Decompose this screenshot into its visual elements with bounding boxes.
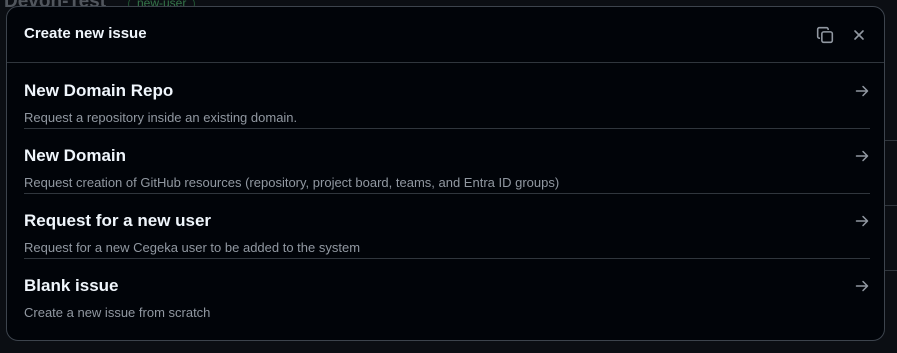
template-title: New Domain	[24, 146, 127, 165]
template-description: Request creation of GitHub resources (re…	[24, 175, 560, 190]
copy-button[interactable]	[811, 21, 839, 49]
close-icon	[854, 30, 864, 40]
template-title: New Domain Repo	[24, 81, 174, 100]
arrow-right-icon	[855, 150, 869, 162]
template-description: Request for a new Cegeka user to be adde…	[24, 240, 361, 255]
create-issue-dialog: Create new issue New Domain Repo Request…	[6, 6, 885, 341]
template-item-new-domain-repo[interactable]: New Domain Repo Request a repository ins…	[24, 64, 870, 129]
arrow-right-icon	[855, 280, 869, 292]
template-description: Create a new issue from scratch	[24, 305, 211, 320]
template-item-blank-issue[interactable]: Blank issue Create a new issue from scra…	[24, 259, 870, 324]
template-item-new-domain[interactable]: New Domain Request creation of GitHub re…	[24, 129, 870, 194]
dialog-header: Create new issue	[7, 7, 884, 63]
copy-icon	[816, 26, 834, 44]
dialog-title: Create new issue	[24, 25, 147, 42]
issue-template-list: New Domain Repo Request a repository ins…	[24, 64, 870, 324]
template-description: Request a repository inside an existing …	[24, 110, 298, 125]
arrow-right-icon	[855, 215, 869, 227]
template-title: Request for a new user	[24, 211, 212, 230]
template-title: Blank issue	[24, 276, 119, 295]
background-divider	[883, 270, 897, 271]
background-divider	[883, 205, 897, 206]
close-button[interactable]	[845, 21, 873, 49]
arrow-right-icon	[855, 85, 869, 97]
background-divider	[883, 140, 897, 141]
template-item-new-user[interactable]: Request for a new user Request for a new…	[24, 194, 870, 259]
